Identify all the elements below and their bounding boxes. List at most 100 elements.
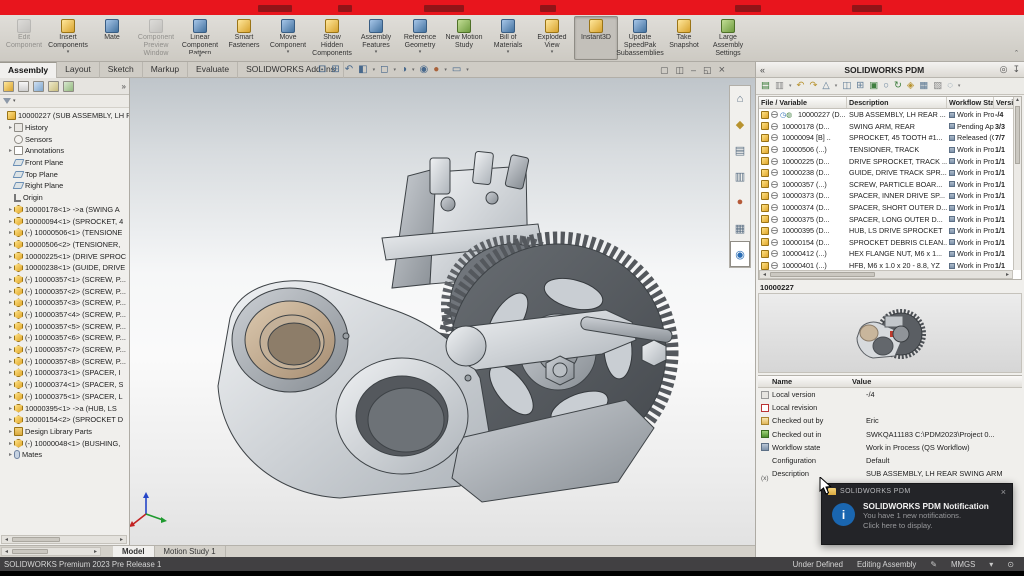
- feature-tree-item[interactable]: Origin: [0, 192, 129, 204]
- section-view-icon[interactable]: ◧: [358, 65, 367, 75]
- restore-button[interactable]: ◱: [703, 66, 712, 75]
- toolbar-button[interactable]: Move Component ▾: [266, 16, 310, 60]
- commandmanager-tab[interactable]: Layout: [57, 62, 100, 78]
- where-used-icon[interactable]: ⊞: [856, 81, 864, 91]
- toolbar-button[interactable]: Large Assembly Settings: [706, 16, 750, 60]
- feature-tree-item[interactable]: ▸ (-) 10000374<1> (SPACER, S: [0, 379, 129, 391]
- expand-arrow[interactable]: ▸: [7, 405, 14, 412]
- expand-arrow[interactable]: ▸: [7, 288, 14, 295]
- history-icon[interactable]: ◫: [842, 81, 851, 91]
- check-out-icon[interactable]: ↷: [809, 81, 817, 91]
- design-library-icon[interactable]: ▤: [730, 138, 750, 164]
- feature-tree-item[interactable]: Right Plane: [0, 180, 129, 192]
- solidworks-resources-icon[interactable]: ◆: [730, 112, 750, 138]
- feature-tree-item[interactable]: ▸ (-) 10000357<3> (SCREW, P...: [0, 297, 129, 309]
- feature-tree-item[interactable]: ▸ 10000094<1> (SPROCKET, 4: [0, 215, 129, 227]
- pdm-file-row[interactable]: 10000227 (D... SUB ASSEMBLY, LH REAR ...…: [759, 109, 1021, 121]
- grid-horizontal-scrollbar[interactable]: ◂ ▸: [759, 270, 1013, 279]
- toolbar-button[interactable]: Mate: [90, 16, 134, 60]
- display-style-icon[interactable]: ◑: [401, 65, 407, 75]
- commandmanager-tab[interactable]: Sketch: [100, 62, 143, 78]
- expand-arrow[interactable]: ▸: [7, 428, 14, 435]
- feature-tree-item[interactable]: ▸ (-) 10000357<5> (SCREW, P...: [0, 320, 129, 332]
- expand-arrow[interactable]: ▸: [7, 229, 14, 236]
- appearances-scenes-icon[interactable]: ●: [730, 189, 750, 215]
- pdm-file-row[interactable]: 10000178 (D... SWING ARM, REAR Pending A…: [759, 121, 1021, 133]
- dropdown-caret[interactable]: ▾: [958, 83, 961, 89]
- commandmanager-tab[interactable]: Markup: [143, 62, 188, 78]
- feature-tree-item[interactable]: Top Plane: [0, 168, 129, 180]
- expand-arrow[interactable]: ▸: [7, 311, 14, 318]
- pdm-file-row[interactable]: 10000094 [B] .. SPROCKET, 45 TOOTH #1...…: [759, 132, 1021, 144]
- expand-arrow[interactable]: ▸: [7, 218, 14, 225]
- view-orientation-icon[interactable]: ◻: [380, 65, 388, 75]
- feature-tree-item[interactable]: ▸ 10000178<1> ->a (SWING A: [0, 204, 129, 216]
- home-icon[interactable]: ⌂: [730, 86, 750, 112]
- collapse-panel-button[interactable]: «: [760, 65, 774, 75]
- pdm-file-row[interactable]: 10000374 (D... SPACER, SHORT OUTER D... …: [759, 202, 1021, 214]
- grid-vertical-scrollbar[interactable]: ▲: [1013, 97, 1021, 270]
- feature-tree-item[interactable]: ▸ (-) 10000373<1> (SPACER, I: [0, 367, 129, 379]
- column-description[interactable]: Description: [847, 97, 947, 108]
- feature-tree-item[interactable]: ▸ 10000154<2> (SPROCKET D: [0, 414, 129, 426]
- scroll-left-arrow[interactable]: ◂: [760, 271, 769, 278]
- file-explorer-icon[interactable]: ▥: [730, 164, 750, 190]
- edit-appearance-icon[interactable]: ●: [433, 65, 439, 75]
- get-version-icon[interactable]: ▦: [919, 81, 928, 91]
- scroll-track[interactable]: [11, 548, 91, 555]
- zoom-fit-icon[interactable]: ⊡: [318, 65, 326, 75]
- scroll-left-arrow[interactable]: ◂: [2, 536, 11, 543]
- scroll-thumb[interactable]: [12, 549, 48, 554]
- scroll-left-arrow[interactable]: ◂: [2, 548, 11, 555]
- expand-arrow[interactable]: ▸: [7, 346, 14, 353]
- document-tab[interactable]: Model: [113, 546, 155, 558]
- feature-tree-item[interactable]: ▸ (-) 10000357<8> (SCREW, P...: [0, 355, 129, 367]
- copy-icon[interactable]: ▥: [775, 81, 784, 91]
- collapse-commandmanager-chevron[interactable]: ˆ: [1015, 49, 1018, 59]
- toolbar-button[interactable]: Show Hidden Components: [310, 16, 354, 60]
- dropdown-caret[interactable]: ▾: [412, 67, 415, 73]
- new-window-button[interactable]: ▢: [660, 66, 669, 75]
- toolbar-button[interactable]: Assembly Features ▾: [354, 16, 398, 60]
- expand-arrow[interactable]: ▸: [7, 299, 14, 306]
- pdm-file-row[interactable]: 10000375 (D... SPACER, LONG OUTER D... W…: [759, 213, 1021, 225]
- feature-tree-item[interactable]: ▸ (-) 10000357<4> (SCREW, P...: [0, 309, 129, 321]
- toast-action-hint[interactable]: Click here to display.: [863, 521, 989, 531]
- pdm-file-row[interactable]: 10000238 (D... GUIDE, DRIVE TRACK SPR...…: [759, 167, 1021, 179]
- feature-tree-item[interactable]: ▸ 10000225<1> (DRIVE SPROC: [0, 250, 129, 262]
- expand-arrow[interactable]: ▸: [7, 451, 14, 458]
- toolbar-button[interactable]: Smart Fasteners: [222, 16, 266, 60]
- feature-tree-item[interactable]: ▸ (-) 10000048<1> (BUSHING,: [0, 437, 129, 449]
- pin-icon[interactable]: ↧: [1012, 64, 1020, 75]
- feature-tree-item[interactable]: Sensors: [0, 133, 129, 145]
- status-gear-icon[interactable]: ⊙: [1007, 560, 1014, 569]
- toolbar-button[interactable]: Insert Components ▾: [46, 16, 90, 60]
- toolbar-button[interactable]: Update SpeedPak Subassemblies: [618, 16, 662, 60]
- feature-tree-item[interactable]: ▸ 10000395<1> ->a (HUB, LS: [0, 402, 129, 414]
- feature-tree-item[interactable]: ▸ (-) 10000357<7> (SCREW, P...: [0, 344, 129, 356]
- dropdown-caret[interactable]: ▾: [373, 67, 376, 73]
- expand-arrow[interactable]: ▸: [7, 393, 14, 400]
- commandmanager-tab[interactable]: Assembly: [0, 62, 57, 78]
- pdm-file-row[interactable]: 10000373 (D... SPACER, INNER DRIVE SP...…: [759, 190, 1021, 202]
- propertymanager-tab[interactable]: [18, 81, 29, 92]
- pdm-file-row[interactable]: 10000357 (...) SCREW, PARTICLE BOAR... W…: [759, 179, 1021, 191]
- toolbar-button[interactable]: New Motion Study: [442, 16, 486, 60]
- check-in-icon[interactable]: ▤: [761, 81, 770, 91]
- feature-tree-item[interactable]: ▸ (-) 10000357<1> (SCREW, P...: [0, 274, 129, 286]
- units-selector[interactable]: MMGS: [951, 560, 975, 569]
- feature-tree-item[interactable]: Front Plane: [0, 157, 129, 169]
- feature-tree-item[interactable]: ▸ Annotations: [0, 145, 129, 157]
- dropdown-caret[interactable]: ▾: [466, 67, 469, 73]
- properties-icon[interactable]: ◈: [907, 81, 914, 91]
- feature-tree-item[interactable]: 10000227 (SUB ASSEMBLY, LH RE: [0, 110, 129, 122]
- expand-arrow[interactable]: ▸: [7, 124, 14, 131]
- commandmanager-tab[interactable]: Evaluate: [188, 62, 238, 78]
- expand-arrow[interactable]: ▸: [7, 323, 14, 330]
- gear-icon[interactable]: ◎: [1000, 64, 1008, 75]
- displaymanager-tab[interactable]: [63, 81, 74, 92]
- toolbar-button[interactable]: Component Preview Window: [134, 16, 178, 60]
- expand-arrow[interactable]: ▸: [7, 253, 14, 260]
- refresh-icon[interactable]: ↻: [894, 81, 902, 91]
- scroll-thumb[interactable]: [1015, 106, 1020, 164]
